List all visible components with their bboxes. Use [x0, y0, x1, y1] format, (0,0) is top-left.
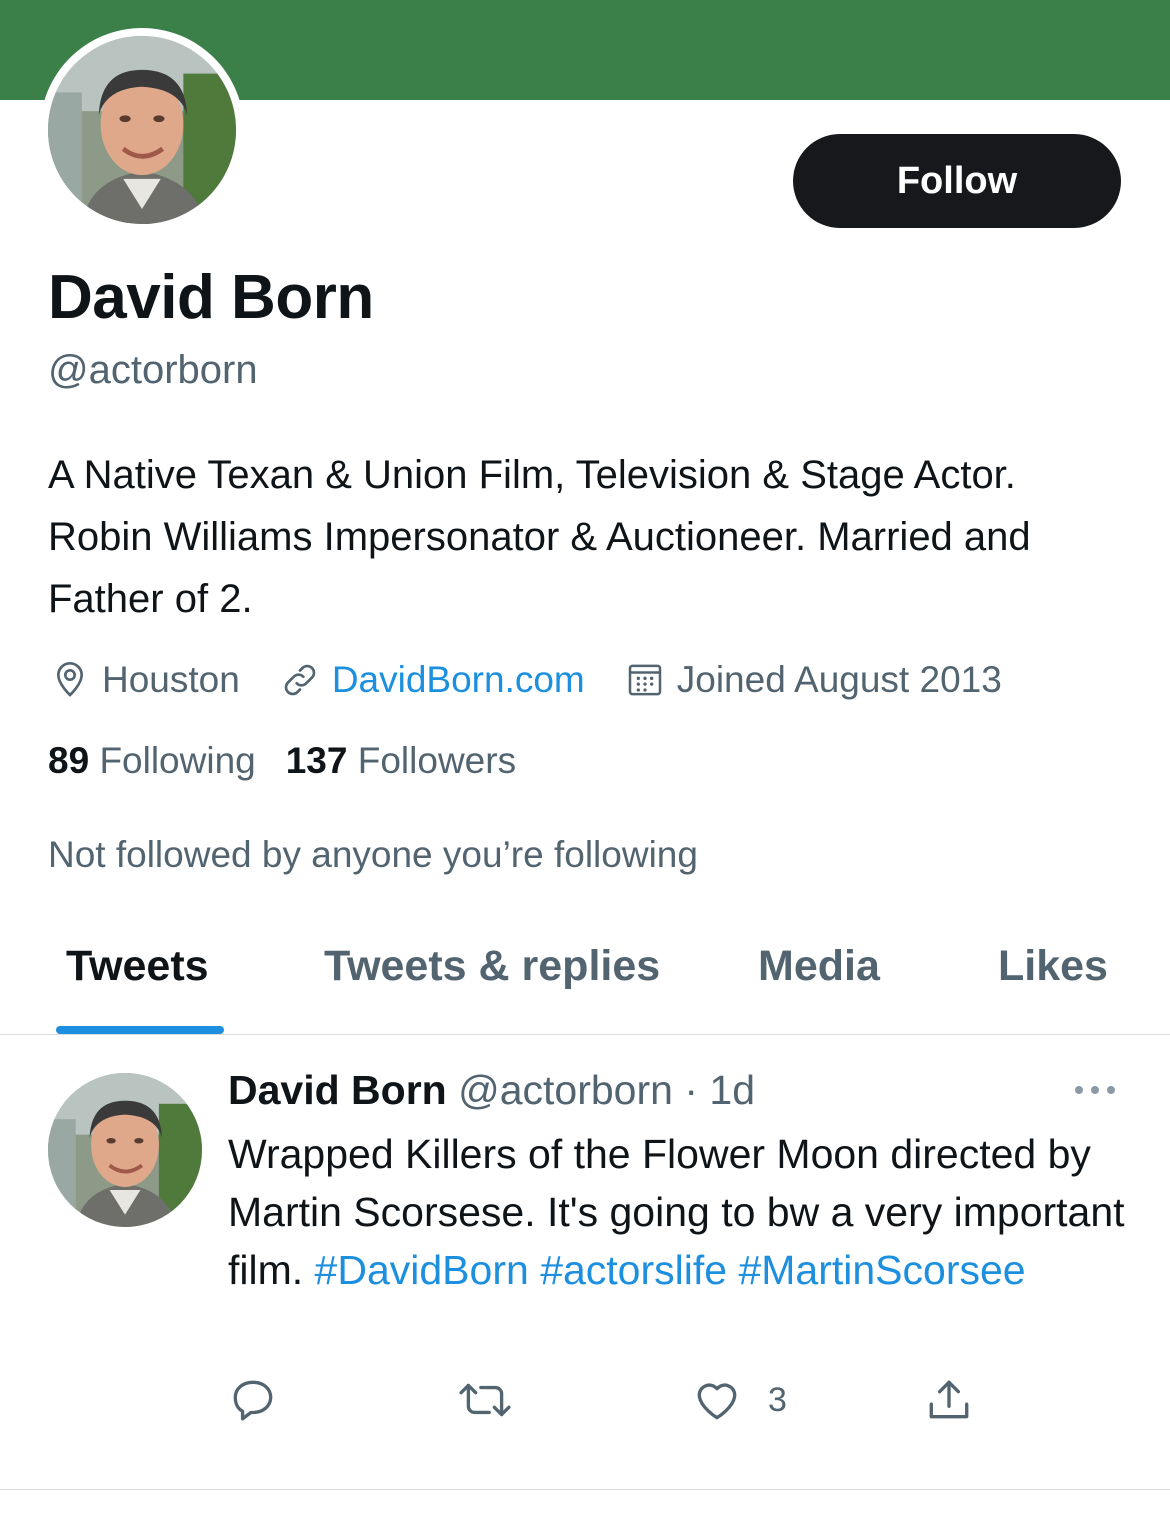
- location-text: Houston: [102, 659, 240, 700]
- tab-media[interactable]: Media: [758, 942, 880, 991]
- hashtag-link[interactable]: #DavidBorn: [315, 1247, 529, 1293]
- retweet-button[interactable]: [458, 1375, 512, 1425]
- tweet-avatar[interactable]: [48, 1073, 202, 1227]
- tweet-actions: 3: [0, 1375, 1170, 1435]
- tweet-text: Wrapped Killers of the Flower Moon direc…: [228, 1125, 1138, 1299]
- following-stat[interactable]: 89 Following: [48, 740, 256, 782]
- tweet-header: David Born @actorborn · 1d: [228, 1067, 755, 1114]
- avatar-photo: [48, 1073, 202, 1227]
- profile-website[interactable]: DavidBorn.com: [280, 659, 585, 701]
- tweet-author-name[interactable]: David Born: [228, 1067, 447, 1113]
- followers-count: 137: [285, 740, 348, 781]
- tweet-timestamp[interactable]: 1d: [709, 1067, 755, 1113]
- following-count: 89: [48, 740, 90, 781]
- profile-joined: Joined August 2013: [625, 659, 1002, 701]
- heart-icon: [697, 1383, 737, 1420]
- tab-tweets-replies[interactable]: Tweets & replies: [324, 942, 660, 991]
- joined-text: Joined August 2013: [676, 659, 1002, 700]
- hashtag-link[interactable]: #actorslife: [540, 1247, 727, 1293]
- location-pin-icon: [56, 662, 84, 697]
- active-tab-indicator: [56, 1026, 224, 1034]
- like-count: 3: [768, 1380, 787, 1419]
- reply-icon: [233, 1380, 273, 1421]
- more-icon[interactable]: [1072, 1083, 1118, 1097]
- hashtag-link[interactable]: #MartinScorsee: [738, 1247, 1025, 1293]
- profile-display-name: David Born: [48, 263, 374, 332]
- followers-label: Followers: [357, 740, 517, 781]
- avatar-photo: [48, 36, 236, 224]
- not-followed-notice: Not followed by anyone you’re following: [48, 834, 698, 875]
- tab-likes[interactable]: Likes: [998, 942, 1108, 991]
- profile-bio: A Native Texan & Union Film, Television …: [48, 453, 1031, 621]
- retweet-icon: [459, 1383, 511, 1417]
- profile-tabs: Tweets Tweets & replies Media Likes: [0, 918, 1170, 1035]
- profile-stats: 89 Following 137 Followers: [48, 740, 546, 782]
- followers-stat[interactable]: 137 Followers: [286, 740, 516, 782]
- website-link[interactable]: DavidBorn.com: [332, 659, 585, 701]
- profile-meta: Houston DavidBorn.com Joined August 2013: [50, 654, 1042, 706]
- tweet-separator: ·: [684, 1067, 699, 1113]
- profile-location: Houston: [50, 659, 240, 701]
- share-icon: [929, 1380, 969, 1419]
- calendar-icon: [628, 664, 661, 696]
- reply-button[interactable]: [228, 1375, 278, 1425]
- link-icon: [284, 664, 316, 696]
- following-label: Following: [99, 740, 256, 781]
- tab-tweets[interactable]: Tweets: [66, 942, 209, 991]
- like-button[interactable]: 3: [692, 1375, 787, 1425]
- profile-handle: @actorborn: [48, 348, 258, 392]
- follow-button[interactable]: Follow: [793, 134, 1121, 228]
- share-button[interactable]: [924, 1375, 974, 1425]
- tweet-author-handle[interactable]: @actorborn: [458, 1067, 673, 1113]
- profile-avatar[interactable]: [40, 28, 244, 232]
- tweet[interactable]: David Born @actorborn · 1d Wrapped Kille…: [0, 1035, 1170, 1490]
